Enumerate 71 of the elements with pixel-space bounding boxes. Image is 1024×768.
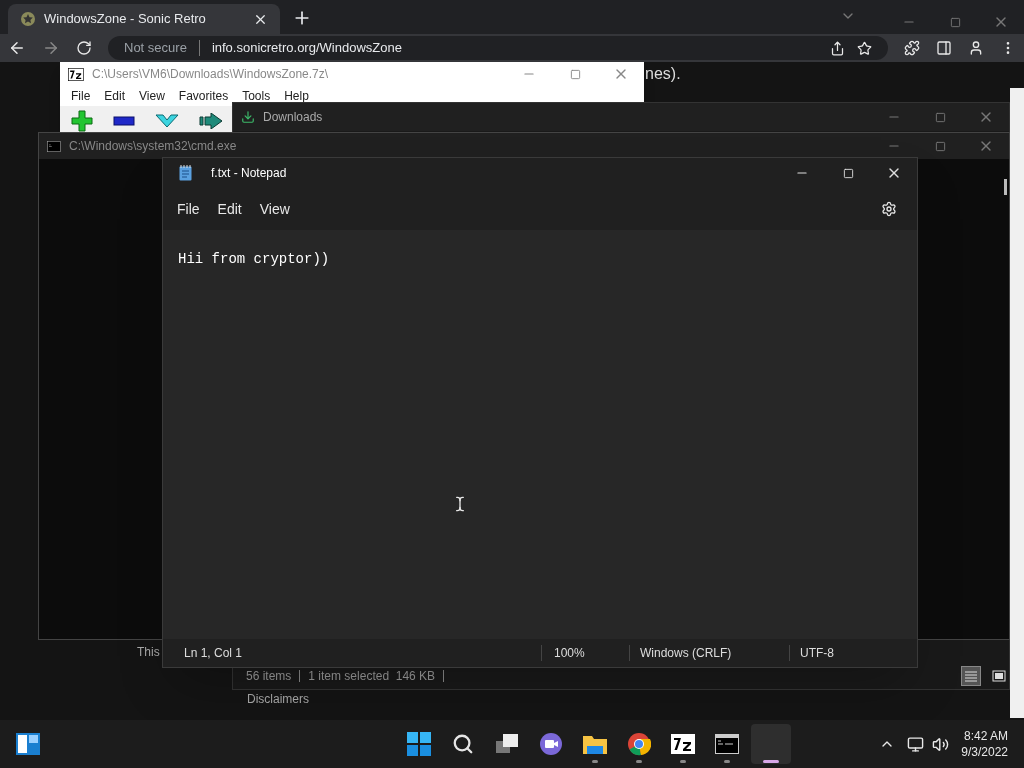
taskbar-app[interactable]: [750, 724, 791, 764]
status-text: 1 item selected 146 KB: [308, 668, 436, 685]
archive-app-icon[interactable]: [670, 734, 695, 754]
running-indicator: [723, 760, 730, 763]
status-text: 100%: [553, 645, 586, 662]
page-text: nes).: [645, 64, 681, 84]
window-title: C:\Users\VM6\Downloads\WindowsZone.7z\: [92, 66, 330, 83]
download-icon: [241, 110, 255, 124]
tab-title: WindowsZone - Sonic Retro: [44, 10, 207, 29]
menu-item[interactable]: Tools: [235, 87, 278, 105]
status-text: Windows (CRLF): [639, 645, 733, 662]
video-chat-icon[interactable]: [538, 732, 563, 756]
folder-icon[interactable]: [581, 733, 608, 755]
archive-app-icon: [68, 67, 84, 81]
terminal-icon: [47, 140, 61, 152]
document-text: Hii from cryptor)): [178, 251, 330, 267]
windows-logo-icon[interactable]: [406, 732, 431, 756]
menu-item[interactable]: Help: [277, 87, 316, 105]
settings-icon[interactable]: [881, 201, 897, 217]
security-label: Not secure: [124, 39, 187, 58]
back-icon[interactable]: [8, 39, 26, 57]
terminal-icon[interactable]: [714, 734, 739, 754]
page-text: Disclaimers: [247, 691, 309, 708]
forward-icon[interactable]: [42, 39, 60, 57]
running-indicator: [591, 760, 598, 763]
status-text: Ln 1, Col 1: [183, 645, 244, 662]
window-title: C:\Windows\system32\cmd.exe: [69, 138, 238, 155]
chevron-down-icon[interactable]: [155, 114, 179, 128]
tile-icon: [992, 670, 1006, 682]
scroll-thumb[interactable]: [1004, 179, 1007, 195]
volume-icon[interactable]: [932, 735, 950, 753]
details-view-button[interactable]: [961, 666, 981, 686]
plus-icon[interactable]: [71, 110, 93, 132]
list-icon: [964, 670, 978, 682]
bookmark-star-icon[interactable]: [857, 40, 872, 56]
status-text: 56 items: [246, 668, 292, 685]
arrow-right-icon[interactable]: [199, 113, 223, 129]
running-indicator: [635, 760, 642, 763]
minus-icon[interactable]: [113, 116, 135, 126]
extensions-icon[interactable]: [904, 40, 920, 56]
browser-tab[interactable]: WindowsZone - Sonic Retro: [8, 4, 280, 34]
running-indicator: [679, 760, 686, 763]
menu-item[interactable]: Edit: [97, 87, 133, 105]
address-bar[interactable]: Not secure info.sonicretro.org/WindowsZone: [108, 36, 888, 60]
window-title: f.txt - Notepad: [211, 165, 288, 182]
menu-item[interactable]: View: [250, 198, 299, 220]
widgets-icon[interactable]: [16, 733, 40, 755]
running-indicator: [762, 760, 779, 763]
notepad-icon: [179, 165, 192, 181]
menu-item[interactable]: Favorites: [171, 87, 236, 105]
share-icon[interactable]: [830, 40, 845, 56]
menu-item[interactable]: File: [168, 198, 209, 220]
clock-time[interactable]: 8:42 AM: [963, 728, 1008, 744]
reload-icon[interactable]: [76, 40, 92, 56]
text-area[interactable]: Hii from cryptor)): [163, 230, 917, 639]
page-text: This: [137, 644, 160, 661]
profile-icon[interactable]: [968, 40, 984, 56]
search-icon[interactable]: [451, 733, 474, 755]
url-text: info.sonicretro.org/WindowsZone: [211, 39, 402, 58]
menu-item[interactable]: View: [132, 87, 172, 105]
clock-date[interactable]: 9/3/2022: [961, 744, 1008, 760]
window-title: Downloads: [263, 109, 324, 126]
status-text: UTF-8: [799, 645, 834, 662]
network-icon[interactable]: [907, 735, 925, 753]
menu-item[interactable]: File: [64, 87, 98, 105]
browser-logo-icon[interactable]: [626, 732, 651, 756]
site-favicon-icon: [20, 11, 36, 27]
task-view-icon[interactable]: [494, 733, 519, 755]
menu-item[interactable]: Edit: [208, 198, 251, 220]
scrollbar[interactable]: [1010, 88, 1024, 718]
side-panel-icon[interactable]: [936, 40, 952, 56]
